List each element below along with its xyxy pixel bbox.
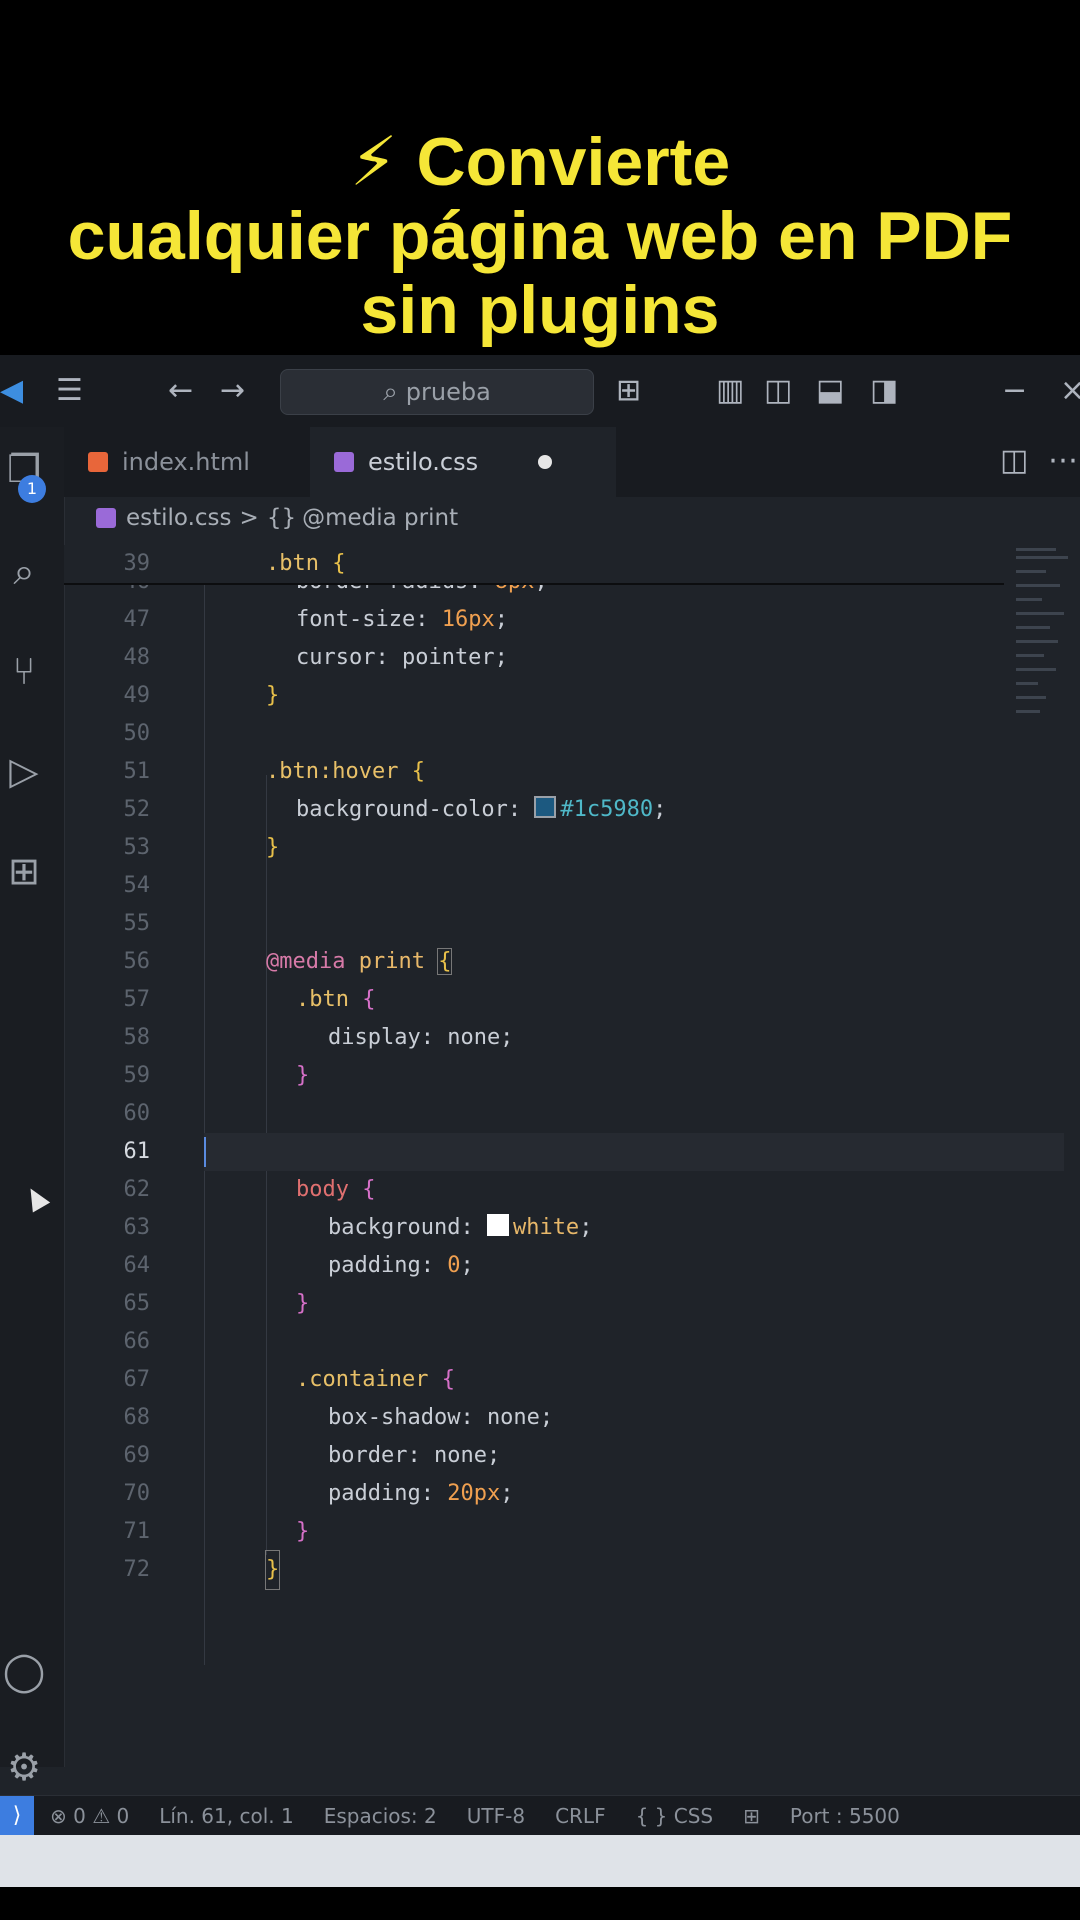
code-line: 60	[123, 1101, 151, 1126]
copilot-icon[interactable]: ⊞	[616, 373, 641, 409]
code-line: 67 .container {	[123, 1367, 455, 1392]
code-line: 70 padding: 20px;	[123, 1481, 514, 1506]
live-server-port[interactable]: Port : 5500	[790, 1804, 900, 1828]
code-line: 49}	[123, 683, 280, 708]
code-line: 48 cursor: pointer;	[123, 645, 508, 670]
search-text: prueba	[405, 378, 491, 406]
code-line: 59}	[123, 1063, 310, 1088]
css-file-icon	[334, 452, 354, 472]
language-mode[interactable]: { } CSS	[636, 1804, 714, 1828]
copilot-status-icon[interactable]: ⊞	[743, 1804, 760, 1828]
command-center-search[interactable]: ⌕ prueba	[280, 369, 594, 415]
breadcrumb-symbol[interactable]: @media print	[302, 505, 458, 531]
code-line: 66	[123, 1329, 151, 1354]
search-sidebar-icon[interactable]: ⌕	[0, 547, 48, 595]
code-line: 57 .btn {	[123, 987, 376, 1012]
title-bar: ◀ ☰ ← → ⌕ prueba ⊞ ▥ ◫ ⬓ ◨ − ×	[0, 355, 1080, 428]
code-editor-window: ◀ ☰ ← → ⌕ prueba ⊞ ▥ ◫ ⬓ ◨ − × ❐ 1 ⌕ ⑂ ▷…	[0, 355, 1080, 1835]
indentation[interactable]: Espacios: 2	[324, 1804, 437, 1828]
caption-line-3: sin plugins	[360, 272, 720, 348]
activity-bar: ❐ 1 ⌕ ⑂ ▷ ⊞ ◯ ⚙	[0, 427, 65, 1789]
sticky-line-number: 39	[123, 551, 151, 576]
status-bar: ⟩ ⊗ 0 ⚠ 0 Lín. 61, col. 1 Espacios: 2 UT…	[0, 1795, 1080, 1835]
video-caption: ⚡ Convierte cualquier página web en PDF …	[0, 0, 1080, 355]
bottom-letterbox	[0, 1887, 1080, 1920]
code-line: 62 body {	[123, 1177, 376, 1202]
symbol-icon: {}	[266, 505, 297, 531]
run-debug-icon[interactable]: ▷	[0, 747, 48, 795]
breadcrumb-file[interactable]: estilo.css	[126, 505, 232, 531]
toggle-panel-icon[interactable]: ⬓	[816, 373, 844, 409]
code-line: 54	[123, 873, 151, 898]
code-line: 69 border: none;	[123, 1443, 501, 1468]
caption-line-1-text: Convierte	[416, 124, 731, 200]
code-line: 55	[123, 911, 151, 936]
app-logo-icon: ◀	[0, 373, 24, 408]
code-line: 71}	[123, 1519, 310, 1544]
code-line: 58 display: none;	[123, 1025, 514, 1050]
code-line-current[interactable]: 61	[64, 1133, 1064, 1171]
code-line: 52 background-color: #1c5980;	[123, 796, 667, 822]
html-file-icon	[88, 452, 108, 472]
css-file-icon	[96, 508, 116, 528]
problems-indicator[interactable]: ⊗ 0 ⚠ 0	[50, 1804, 129, 1828]
unsaved-dot-icon	[538, 455, 553, 469]
search-icon: ⌕	[383, 376, 398, 407]
toggle-sidebar-icon[interactable]: ◫	[764, 373, 792, 409]
text-caret	[204, 1137, 206, 1167]
extensions-icon[interactable]: ⊞	[0, 847, 48, 895]
color-swatch-white[interactable]	[486, 1214, 509, 1236]
settings-gear-icon[interactable]: ⚙	[0, 1743, 48, 1791]
breadcrumb: estilo.css > {} @media print	[96, 501, 458, 535]
tab-label: estilo.css	[368, 448, 479, 476]
code-line: 64 padding: 0;	[123, 1253, 474, 1278]
line-ending[interactable]: CRLF	[555, 1804, 606, 1828]
tab-index-html[interactable]: index.html	[64, 427, 310, 497]
cursor-position[interactable]: Lín. 61, col. 1	[159, 1804, 293, 1828]
code-line: 51 .btn:hover {	[123, 759, 425, 784]
code-line: 53}	[123, 835, 280, 860]
code-area[interactable]: 46border-radius: 8px; 47font-size: 16px;…	[64, 545, 1064, 1695]
minimize-icon[interactable]: −	[1002, 373, 1027, 409]
tab-estilo-css[interactable]: estilo.css	[310, 427, 616, 497]
close-window-icon[interactable]: ×	[1060, 373, 1080, 409]
forward-arrow-icon[interactable]: →	[220, 373, 245, 409]
minimap[interactable]	[1010, 540, 1074, 740]
code-line: 56 @media print {	[123, 948, 453, 975]
tab-label: index.html	[122, 448, 250, 476]
account-icon[interactable]: ◯	[0, 1647, 48, 1695]
more-actions-icon[interactable]: ⋯	[1048, 443, 1078, 479]
os-taskbar	[0, 1835, 1080, 1887]
encoding[interactable]: UTF-8	[467, 1804, 525, 1828]
source-control-icon[interactable]: ⑂	[0, 647, 48, 695]
sticky-scroll-header[interactable]: 39 .btn {	[64, 545, 1004, 585]
sticky-line-text: .btn {	[266, 551, 346, 576]
toggle-secondary-sidebar-icon[interactable]: ◨	[870, 373, 898, 409]
menu-icon[interactable]: ☰	[56, 373, 83, 409]
code-line: 63 background: white;	[123, 1214, 593, 1240]
split-editor-icon[interactable]: ◫	[1000, 443, 1028, 479]
code-line: 65}	[123, 1291, 310, 1316]
remote-icon[interactable]: ⟩	[0, 1796, 34, 1835]
explorer-badge: 1	[18, 475, 46, 503]
code-line: 68 box-shadow: none;	[123, 1405, 554, 1430]
breadcrumb-separator: >	[239, 505, 259, 531]
code-line: 50	[123, 721, 151, 746]
lightning-icon: ⚡	[349, 124, 398, 200]
caption-line-1: ⚡ Convierte	[350, 125, 730, 199]
back-arrow-icon[interactable]: ←	[168, 373, 193, 409]
caption-line-2: cualquier página web en PDF	[67, 198, 1013, 274]
layout-icon[interactable]: ▥	[716, 373, 744, 409]
code-line: 47 font-size: 16px;	[123, 607, 508, 632]
color-swatch-blue[interactable]	[534, 796, 557, 818]
code-line: 72}	[64, 1550, 1004, 1590]
editor-tabs: index.html estilo.css ◫ ⋯	[64, 427, 1080, 497]
